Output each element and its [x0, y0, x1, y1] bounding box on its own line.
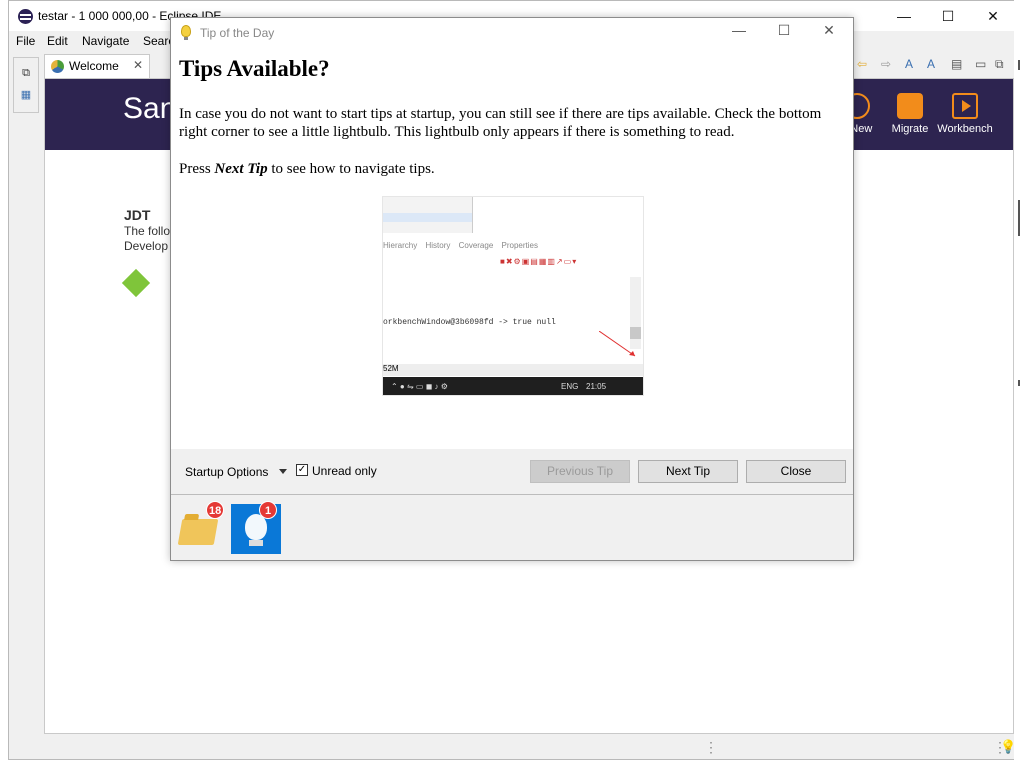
edge-mark	[1018, 200, 1020, 236]
tip-paragraph: Press Next Tip to see how to navigate ti…	[179, 160, 839, 178]
chevron-down-icon[interactable]	[279, 469, 287, 474]
jdt-description-line: Develop	[124, 239, 169, 253]
status-bar: ⋮ ⋮ 💡	[44, 736, 1016, 758]
welcome-icon	[51, 60, 64, 73]
minimize-button[interactable]: —	[881, 1, 927, 31]
dialog-footer: Startup Options ✓ Unread only Previous T…	[171, 449, 853, 494]
image-taskbar: ⌃ ● ⇋ ▭ ◼ ♪ ⚙ ENG 21:05	[383, 377, 643, 395]
image-selection	[383, 213, 472, 222]
tip-screenshot-image: Hierarchy History Coverage Properties ■✖…	[382, 196, 644, 396]
tip-providers-bar: 18 1	[171, 495, 853, 560]
eclipse-logo-icon	[18, 9, 33, 24]
package-explorer-icon[interactable]: ▦	[19, 88, 33, 102]
tip-paragraph: In case you do not want to start tips at…	[179, 106, 822, 140]
tip-provider-item[interactable]: 1	[231, 501, 281, 554]
restore-icon[interactable]: ⧉	[19, 66, 33, 80]
tip-provider-item[interactable]: 18	[176, 501, 226, 554]
dialog-title: Tip of the Day	[200, 26, 275, 40]
jdt-description-line: The follo	[124, 224, 171, 238]
bulb-base	[249, 540, 263, 546]
status-grip-icon: ⋮	[704, 739, 718, 755]
dialog-maximize-button[interactable]: ☐	[774, 22, 794, 39]
minimized-views-strip: ⧉ ▦	[13, 57, 39, 113]
edge-mark	[1018, 380, 1020, 386]
migrate-label: Migrate	[891, 123, 929, 135]
maximize-button[interactable]: ☐	[925, 1, 971, 31]
startup-options-menu[interactable]: Startup Options	[185, 465, 268, 479]
image-taskbar-time: 21:05	[586, 382, 607, 391]
jdt-heading: JDT	[124, 207, 151, 223]
image-status-bar: 52M	[383, 364, 643, 376]
image-tab: History	[425, 241, 451, 250]
migrate-button[interactable]: Migrate	[880, 93, 940, 135]
briefcase-icon	[897, 93, 923, 119]
banner-title: San	[123, 92, 177, 125]
image-tab: Hierarchy	[383, 241, 418, 250]
image-pane	[383, 197, 473, 233]
tab-welcome[interactable]: Welcome ✕	[44, 54, 150, 78]
lightbulb-icon	[181, 25, 191, 40]
dialog-close-button[interactable]: ✕	[819, 22, 839, 39]
tip-heading: Tips Available?	[179, 56, 330, 81]
next-tip-button[interactable]: Next Tip	[638, 460, 738, 483]
tip-emphasis: Next Tip	[214, 161, 268, 177]
image-taskbar-lang: ENG	[561, 382, 579, 391]
workbench-play-icon	[952, 93, 978, 119]
unread-only-label[interactable]: Unread only	[312, 464, 377, 478]
count-badge: 18	[206, 501, 225, 519]
tip-text: Press	[179, 161, 215, 177]
workbench-button[interactable]: Workbench	[935, 93, 995, 135]
jdt-gem-icon[interactable]	[121, 268, 151, 298]
count-badge: 1	[259, 501, 277, 519]
tip-text: to see how to navigate tips.	[267, 161, 435, 177]
menu-file[interactable]: File	[16, 34, 35, 48]
image-view-tabs: Hierarchy History Coverage Properties	[383, 241, 643, 253]
red-arrow-icon	[599, 331, 636, 357]
image-toolbar-icons: ■✖⚙▣▤▦▥↗▭▾	[500, 257, 578, 266]
image-tab: Coverage	[458, 241, 494, 250]
menu-navigate[interactable]: Navigate	[82, 34, 129, 48]
tip-of-the-day-dialog: Tip of the Day — ☐ ✕ Tips Available? In …	[170, 17, 854, 561]
image-console-text: orkbenchWindow@3b6098fd -> true null	[383, 318, 556, 327]
edge-mark	[1018, 60, 1020, 70]
dialog-titlebar: Tip of the Day — ☐ ✕	[171, 18, 853, 48]
image-memory-text: 52M	[383, 364, 399, 373]
dialog-minimize-button[interactable]: —	[729, 22, 749, 38]
menu-edit[interactable]: Edit	[47, 34, 68, 48]
close-button[interactable]: Close	[746, 460, 846, 483]
folder-icon	[177, 519, 219, 545]
background-window-edge	[1014, 0, 1024, 768]
close-window-button[interactable]: ✕	[970, 1, 1016, 31]
image-tab: Properties	[501, 241, 538, 250]
previous-tip-button[interactable]: Previous Tip	[530, 460, 630, 483]
tab-welcome-label: Welcome	[69, 59, 119, 73]
unread-only-checkbox[interactable]: ✓	[296, 464, 308, 476]
tab-close-icon[interactable]: ✕	[133, 58, 143, 72]
workbench-label: Workbench	[937, 123, 993, 135]
image-taskbar-icons: ⌃ ● ⇋ ▭ ◼ ♪ ⚙	[391, 382, 448, 391]
